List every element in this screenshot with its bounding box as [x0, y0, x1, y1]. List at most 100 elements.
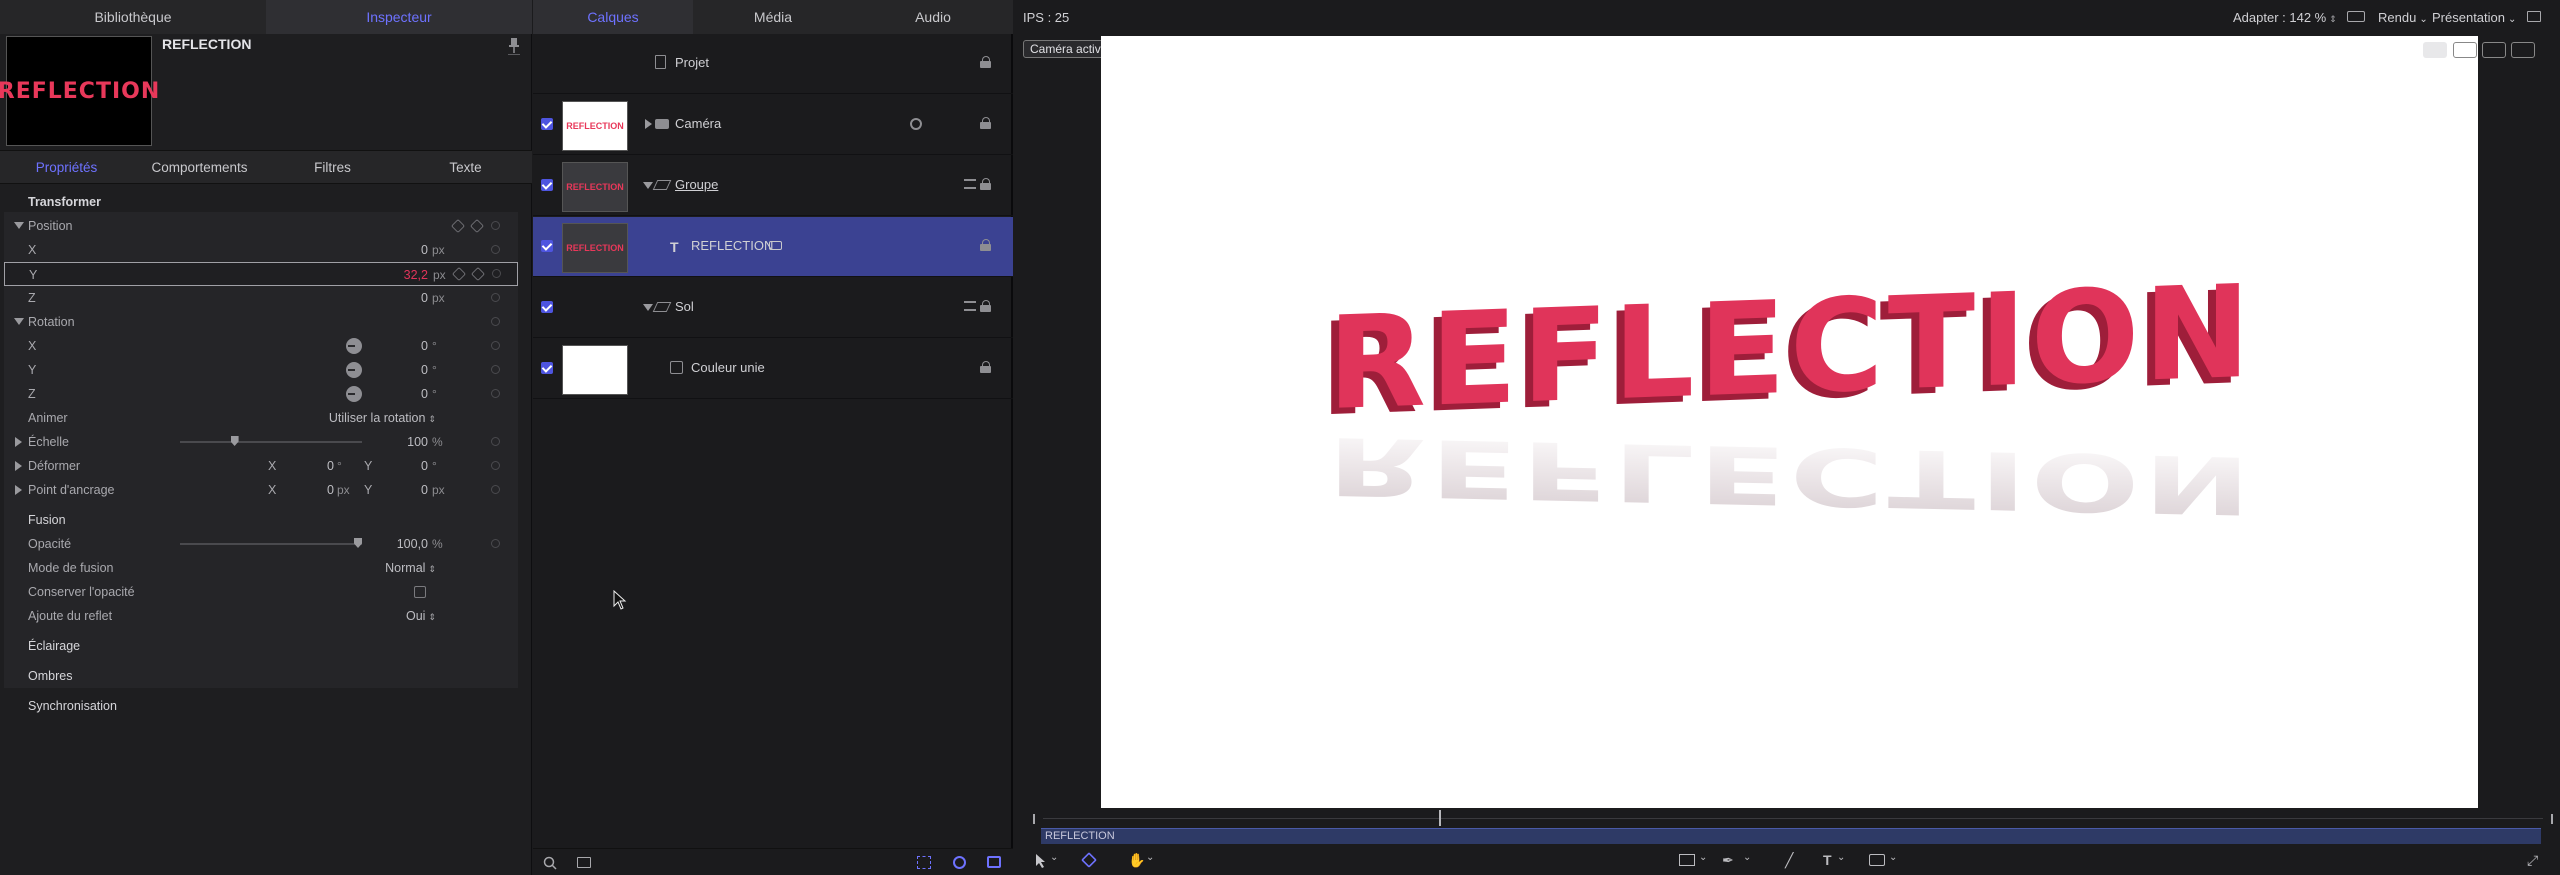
anchor-x-value[interactable]: 0 — [294, 483, 334, 497]
keyframe-next-icon[interactable] — [469, 218, 485, 234]
visibility-checkbox[interactable] — [541, 362, 553, 374]
timing-section-header[interactable]: Synchronisation — [4, 694, 518, 718]
disclosure-right-icon[interactable] — [645, 119, 652, 129]
text-tool-icon[interactable]: T — [1823, 852, 1832, 868]
rotation-y-value[interactable]: 0 — [384, 363, 428, 377]
lock-icon[interactable] — [980, 117, 994, 129]
keyframe-add-icon[interactable] — [491, 245, 500, 254]
chevron-down-icon[interactable]: ⌄ — [1050, 852, 1058, 863]
2d-group-icon[interactable] — [964, 179, 976, 189]
shape-rectangle-icon[interactable] — [1679, 854, 1695, 866]
visibility-checkbox[interactable] — [541, 240, 553, 252]
view-menu[interactable]: Présentation ⌄ — [2432, 10, 2516, 25]
layer-row-reflection[interactable]: REFLECTION T REFLECTION — [533, 217, 1013, 277]
select-arrow-icon[interactable] — [1035, 853, 1047, 869]
lock-icon[interactable] — [980, 56, 994, 68]
mini-timeline[interactable]: REFLECTION — [1033, 810, 2553, 846]
keyframe-add-icon[interactable] — [491, 293, 500, 302]
behavior-icon[interactable] — [953, 856, 966, 869]
scale-value[interactable]: 100 — [384, 435, 428, 449]
chevron-down-icon[interactable]: ⌄ — [1743, 852, 1751, 863]
subtab-properties[interactable]: Propriétés — [0, 151, 133, 183]
shear-y-value[interactable]: 0 — [384, 459, 428, 473]
rotation-z-value[interactable]: 0 — [384, 387, 428, 401]
playhead[interactable] — [1439, 810, 1441, 826]
subtab-text[interactable]: Texte — [399, 151, 532, 183]
mask-tool-icon[interactable] — [1869, 854, 1885, 866]
chevron-down-icon[interactable]: ⌄ — [1837, 852, 1845, 863]
position-row[interactable]: Position — [4, 214, 518, 238]
orbit-icon[interactable] — [2482, 42, 2506, 58]
keyframe-prev-icon[interactable] — [451, 266, 467, 282]
mask-icon[interactable] — [917, 856, 931, 869]
lock-icon[interactable] — [980, 361, 994, 373]
layer-row-solid-color[interactable]: Couleur unie — [533, 339, 1013, 399]
keyframe-add-icon[interactable] — [491, 539, 500, 548]
keyframe-add-icon[interactable] — [491, 389, 500, 398]
keyframe-add-icon[interactable] — [491, 437, 500, 446]
reflection-select[interactable]: Oui ⇕ — [334, 609, 436, 623]
keyframe-add-icon[interactable] — [491, 221, 500, 230]
shear-x-value[interactable]: 0 — [294, 459, 334, 473]
disclosure-right-icon[interactable] — [15, 437, 22, 447]
expand-icon[interactable]: ⤢ — [2527, 852, 2538, 869]
camera-view-icon[interactable] — [2423, 42, 2447, 58]
position-y-value[interactable]: 32,2 — [381, 268, 428, 282]
pin-icon[interactable] — [506, 36, 522, 56]
keyframe-add-icon[interactable] — [491, 485, 500, 494]
layer-row-project[interactable]: Projet — [533, 34, 1013, 94]
paint-brush-icon[interactable]: ╱ — [1785, 852, 1793, 869]
chevron-down-icon[interactable]: ⌄ — [1146, 852, 1154, 863]
visibility-checkbox[interactable] — [541, 301, 553, 313]
opacity-slider-track[interactable] — [180, 543, 362, 545]
render-menu[interactable]: Rendu ⌄ — [2378, 10, 2428, 25]
filter-icon[interactable] — [987, 856, 1001, 868]
rotation-dial-icon[interactable] — [346, 338, 362, 354]
position-z-value[interactable]: 0 — [384, 291, 428, 305]
anchor-y-value[interactable]: 0 — [384, 483, 428, 497]
keyframe-next-icon[interactable] — [470, 266, 486, 282]
blend-section-header[interactable]: Fusion — [4, 508, 518, 532]
rotation-row[interactable]: Rotation — [4, 310, 518, 334]
tab-media[interactable]: Média — [693, 0, 853, 34]
visibility-checkbox[interactable] — [541, 179, 553, 191]
rotation-x-value[interactable]: 0 — [384, 339, 428, 353]
scale-slider-thumb[interactable] — [230, 436, 239, 446]
play-range-end-icon[interactable] — [2545, 814, 2553, 824]
shadows-section-header[interactable]: Ombres — [4, 664, 518, 688]
zoom-fit-select[interactable]: Adapter : 142 % ⇕ — [2233, 10, 2337, 25]
scale-slider-track[interactable] — [180, 441, 362, 443]
disclosure-right-icon[interactable] — [15, 485, 22, 495]
transform-section-header[interactable]: Transformer — [4, 190, 518, 214]
color-channel-icon[interactable] — [2347, 11, 2365, 22]
timeline-clip-bar[interactable]: REFLECTION — [1041, 828, 2541, 844]
lock-icon[interactable] — [980, 300, 994, 312]
tab-library[interactable]: Bibliothèque — [0, 0, 266, 34]
dolly-icon[interactable] — [2511, 42, 2535, 58]
subtab-filters[interactable]: Filtres — [266, 151, 399, 183]
visibility-checkbox[interactable] — [541, 118, 553, 130]
keyframe-add-icon[interactable] — [491, 341, 500, 350]
transform-glyph-icon[interactable] — [1081, 852, 1097, 868]
tab-inspector[interactable]: Inspecteur — [266, 0, 532, 34]
animate-select[interactable]: Utiliser la rotation ⇕ — [304, 411, 436, 425]
rotation-dial-icon[interactable] — [346, 386, 362, 402]
tab-layers[interactable]: Calques — [533, 0, 693, 34]
disclosure-down-icon[interactable] — [14, 318, 24, 325]
gear-icon[interactable] — [910, 118, 922, 130]
preserve-opacity-checkbox[interactable] — [414, 586, 426, 598]
bezier-pen-icon[interactable]: ✒ — [1722, 852, 1734, 869]
lock-icon[interactable] — [980, 239, 994, 251]
keyframe-add-icon[interactable] — [491, 317, 500, 326]
keyframe-add-icon[interactable] — [491, 461, 500, 470]
keyframe-add-icon[interactable] — [491, 365, 500, 374]
keyframe-prev-icon[interactable] — [450, 218, 466, 234]
opacity-value[interactable]: 100,0 — [384, 537, 428, 551]
position-x-value[interactable]: 0 — [384, 243, 428, 257]
disclosure-down-icon[interactable] — [643, 182, 653, 189]
2d-group-icon[interactable] — [964, 301, 976, 311]
play-range-start-icon[interactable] — [1033, 814, 1041, 824]
lock-icon[interactable] — [980, 178, 994, 190]
tab-audio[interactable]: Audio — [853, 0, 1013, 34]
canvas-viewport[interactable]: REFLECTION REFLECTION REFLECTION — [1101, 36, 2478, 808]
